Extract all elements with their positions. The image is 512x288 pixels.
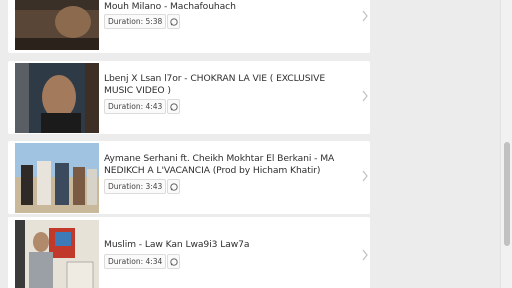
video-title[interactable]: Muslim - Law Kan Lwa9i3 Law7a: [104, 239, 354, 251]
video-title[interactable]: Aymane Serhani ft. Cheikh Mokhtar El Ber…: [104, 153, 354, 176]
video-meta: Duration: 4:43: [104, 99, 181, 114]
video-card[interactable]: Lbenj X Lsan l7or - CHOKRAN LA VIE ( EXC…: [8, 61, 370, 134]
duration-badge: Duration: 4:34: [104, 254, 167, 269]
video-thumbnail[interactable]: [15, 0, 99, 50]
duration-badge: Duration: 5:38: [104, 14, 167, 29]
video-thumbnail[interactable]: [15, 63, 99, 133]
video-title[interactable]: Mouh Milano - Machafouhach: [104, 1, 354, 13]
vertical-scrollbar[interactable]: [500, 0, 512, 288]
video-card[interactable]: Mouh Milano - Machafouhach Duration: 5:3…: [8, 0, 370, 53]
video-meta: Duration: 3:43: [104, 179, 181, 194]
whatsapp-icon[interactable]: [167, 179, 181, 194]
video-card[interactable]: Aymane Serhani ft. Cheikh Mokhtar El Ber…: [8, 141, 370, 214]
whatsapp-icon[interactable]: [167, 99, 181, 114]
video-meta: Duration: 4:34: [104, 254, 181, 269]
chevron-right-icon[interactable]: [361, 10, 369, 22]
video-thumbnail[interactable]: [15, 220, 99, 288]
video-meta: Duration: 5:38: [104, 14, 181, 29]
video-list: Mouh Milano - Machafouhach Duration: 5:3…: [0, 0, 500, 288]
whatsapp-icon[interactable]: [167, 14, 181, 29]
scrollbar-thumb[interactable]: [504, 142, 510, 246]
chevron-right-icon[interactable]: [361, 90, 369, 102]
video-card[interactable]: Muslim - Law Kan Lwa9i3 Law7a Duration: …: [8, 217, 370, 288]
whatsapp-icon[interactable]: [167, 254, 181, 269]
video-thumbnail[interactable]: [15, 143, 99, 213]
video-title[interactable]: Lbenj X Lsan l7or - CHOKRAN LA VIE ( EXC…: [104, 73, 354, 96]
chevron-right-icon[interactable]: [361, 170, 369, 182]
chevron-right-icon[interactable]: [361, 249, 369, 261]
duration-badge: Duration: 4:43: [104, 99, 167, 114]
duration-badge: Duration: 3:43: [104, 179, 167, 194]
